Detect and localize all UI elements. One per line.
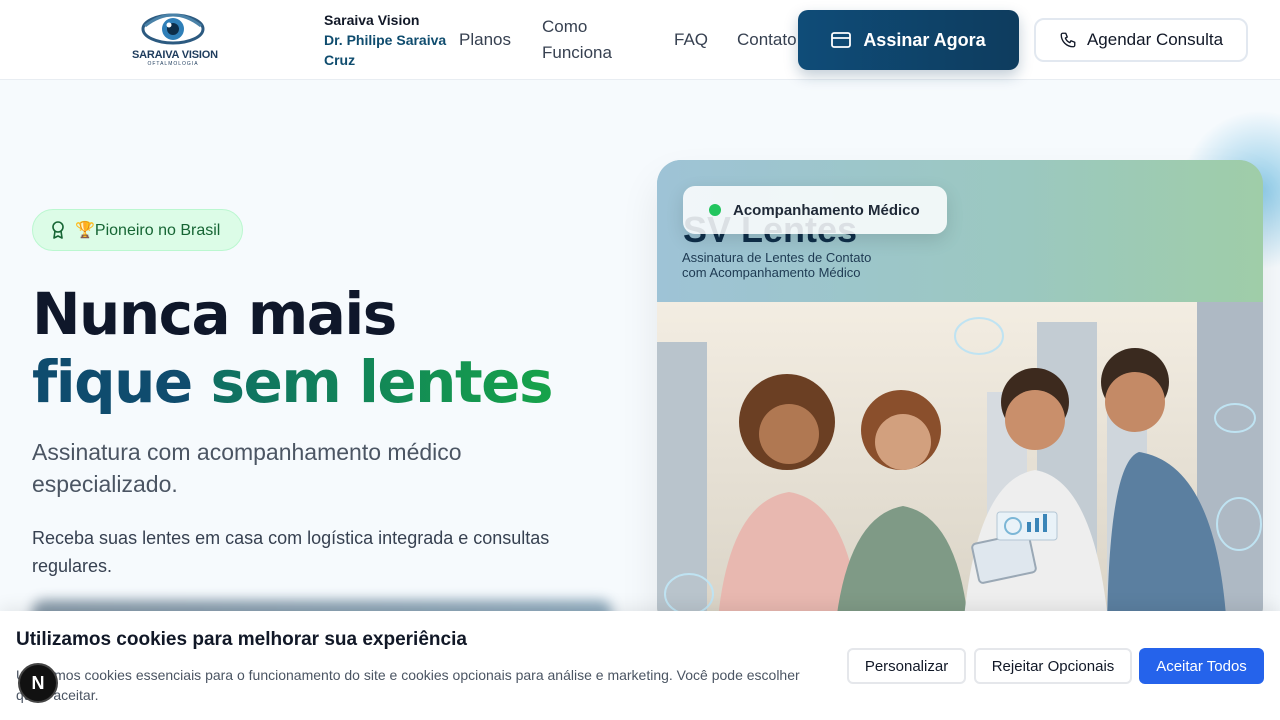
headline-line2: fique sem lentes <box>32 348 554 416</box>
eye-logo-icon <box>141 13 205 45</box>
award-icon <box>52 221 64 239</box>
pioneer-badge-label: 🏆Pioneiro no Brasil <box>75 222 221 239</box>
logo[interactable]: SARAIVA VISION OFTALMOLOGIA <box>132 8 218 72</box>
agendar-consulta-button[interactable]: Agendar Consulta <box>1034 18 1248 62</box>
nav-link-faq[interactable]: FAQ <box>674 27 708 53</box>
headline-line2-part1: fique <box>32 348 211 416</box>
acompanhamento-pill-label: Acompanhamento Médico <box>733 201 920 219</box>
cookie-banner: Utilizamos cookies para melhorar sua exp… <box>0 611 1280 720</box>
hero-subtitle: Assinatura com acompanhamento médico esp… <box>32 439 462 497</box>
brand-block: Saraiva Vision Dr. Philipe Saraiva Cruz <box>324 10 454 70</box>
hero-description: Receba suas lentes em casa com logística… <box>32 528 550 576</box>
people-photo <box>657 302 1263 630</box>
site-header: SARAIVA VISION OFTALMOLOGIA Saraiva Visi… <box>0 0 1280 80</box>
cookie-rejeitar-button[interactable]: Rejeitar Opcionais <box>974 648 1132 684</box>
acompanhamento-pill: Acompanhamento Médico <box>683 186 947 234</box>
status-dot-icon <box>709 204 721 216</box>
logo-subtext: OFTALMOLOGIA <box>147 61 199 67</box>
agendar-consulta-label: Agendar Consulta <box>1086 30 1224 49</box>
brand-doctor: Dr. Philipe Saraiva Cruz <box>324 32 447 68</box>
nav-link-planos[interactable]: Planos <box>459 27 511 53</box>
headline-line2-part2: sem lentes <box>210 348 553 416</box>
cookie-personalizar-button[interactable]: Personalizar <box>847 648 966 684</box>
phone-icon <box>1060 32 1076 48</box>
logo-text: SARAIVA VISION <box>132 49 218 61</box>
brand-name: Saraiva Vision <box>324 12 420 28</box>
card-subtitle-line1: Assinatura de Lentes de Contato <box>682 250 872 265</box>
credit-card-icon <box>831 32 852 48</box>
assinar-agora-button[interactable]: Assinar Agora <box>798 10 1019 70</box>
assinar-agora-label: Assinar Agora <box>863 29 986 50</box>
nav-link-como-funciona[interactable]: Como Funciona <box>542 14 632 66</box>
card-subtitle-line2: com Acompanhamento Médico <box>682 265 861 280</box>
headline-line1: Nunca mais <box>32 280 397 348</box>
cookie-aceitar-button[interactable]: Aceitar Todos <box>1139 648 1264 684</box>
hero-headline: Nunca mais fique sem lentes <box>32 280 554 416</box>
cookie-text: Utilizamos cookies essenciais para o fun… <box>16 667 800 703</box>
nav-link-contato[interactable]: Contato <box>737 27 797 53</box>
cookie-title: Utilizamos cookies para melhorar sua exp… <box>16 629 467 650</box>
card-subtitle: Assinatura de Lentes de Contato com Acom… <box>682 250 871 280</box>
pioneer-badge: 🏆Pioneiro no Brasil <box>32 209 243 251</box>
dev-tools-badge[interactable]: N <box>18 663 58 703</box>
